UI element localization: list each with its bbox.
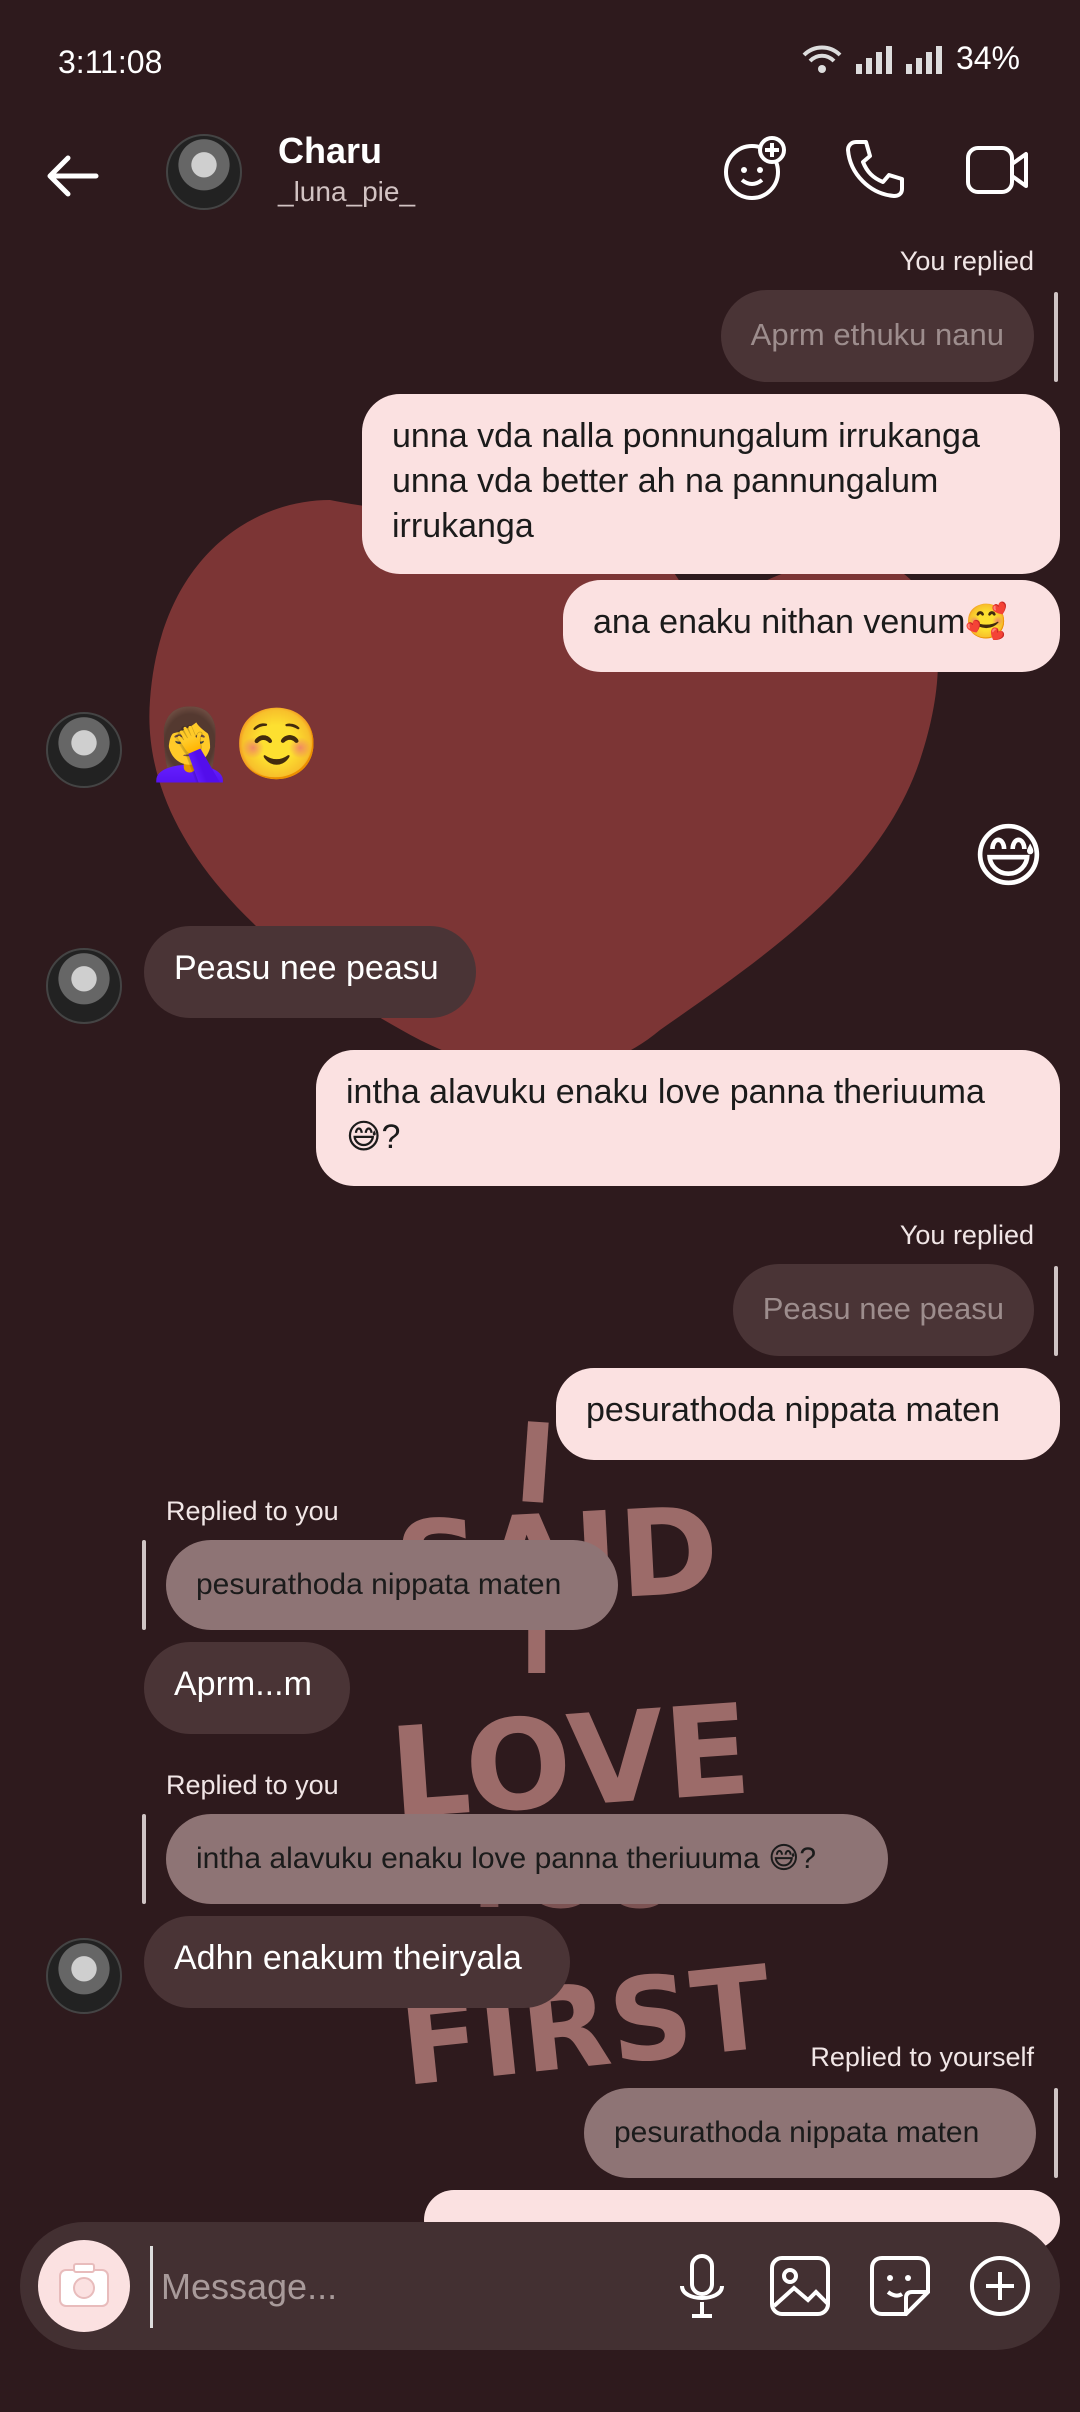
sent-message[interactable]: intha alavuku enaku love panna theriuuma… xyxy=(316,1050,1060,1186)
status-bar: 3:11:08 34% xyxy=(0,0,1080,124)
battery-level: 34% xyxy=(955,40,1020,76)
sender-avatar[interactable] xyxy=(46,948,122,1024)
received-message[interactable]: Peasu nee peasu xyxy=(144,926,476,1018)
reply-rail xyxy=(1054,2088,1058,2178)
avatar[interactable] xyxy=(166,134,242,210)
signal-icon xyxy=(855,44,892,74)
sticker-plus-icon[interactable] xyxy=(720,134,790,204)
reply-label: Replied to you xyxy=(166,1770,339,1800)
message-composer xyxy=(20,2222,1060,2350)
sent-message[interactable]: ana enaku nithan venum🥰 xyxy=(563,580,1060,672)
received-emoji-message[interactable]: 🤦‍♀️☺️ xyxy=(146,704,320,784)
plus-circle-icon[interactable] xyxy=(960,2246,1040,2326)
reply-label: You replied xyxy=(899,1220,1034,1250)
quoted-message[interactable]: intha alavuku enaku love panna theriuuma… xyxy=(166,1814,888,1904)
microphone-icon[interactable] xyxy=(662,2246,742,2326)
status-icons: 34% xyxy=(802,40,1020,77)
quoted-message[interactable]: pesurathoda nippata maten xyxy=(166,1540,618,1630)
signal-icon-2 xyxy=(905,44,942,74)
quoted-message[interactable]: Aprm ethuku nanu xyxy=(720,290,1034,382)
video-camera-icon[interactable] xyxy=(962,134,1032,204)
quoted-message[interactable]: Peasu nee peasu xyxy=(732,1264,1034,1356)
sent-emoji-message[interactable]: 😅 xyxy=(972,816,1045,896)
reply-label: Replied to you xyxy=(166,1496,339,1526)
chat-header: Charu _luna_pie_ xyxy=(0,124,1080,254)
image-icon[interactable] xyxy=(760,2246,840,2326)
sticker-icon[interactable] xyxy=(860,2246,940,2326)
sender-avatar[interactable] xyxy=(46,712,122,788)
phone-icon[interactable] xyxy=(840,134,910,204)
sent-message[interactable]: pesurathoda nippata maten xyxy=(556,1368,1060,1460)
camera-button[interactable] xyxy=(38,2240,130,2332)
contact-name[interactable]: Charu xyxy=(278,130,382,172)
reply-rail xyxy=(142,1540,146,1630)
reply-rail xyxy=(1054,292,1058,382)
arrow-left-icon[interactable] xyxy=(40,144,104,208)
camera-icon xyxy=(59,2263,109,2307)
message-input[interactable] xyxy=(150,2246,643,2328)
reply-rail xyxy=(1054,1266,1058,1356)
sender-avatar[interactable] xyxy=(46,1938,122,2014)
reply-label: Replied to yourself xyxy=(810,2042,1034,2072)
received-message[interactable]: Aprm...m xyxy=(144,1642,350,1734)
reply-label: You replied xyxy=(899,246,1034,276)
sent-message[interactable]: unna vda nalla ponnungalum irrukanga unn… xyxy=(362,394,1060,574)
status-time: 3:11:08 xyxy=(58,44,163,80)
wifi-icon xyxy=(802,45,842,73)
quoted-message[interactable]: pesurathoda nippata maten xyxy=(584,2088,1036,2178)
reply-rail xyxy=(142,1814,146,1904)
contact-username[interactable]: _luna_pie_ xyxy=(278,176,415,208)
received-message[interactable]: Adhn enakum theiryala xyxy=(144,1916,570,2008)
